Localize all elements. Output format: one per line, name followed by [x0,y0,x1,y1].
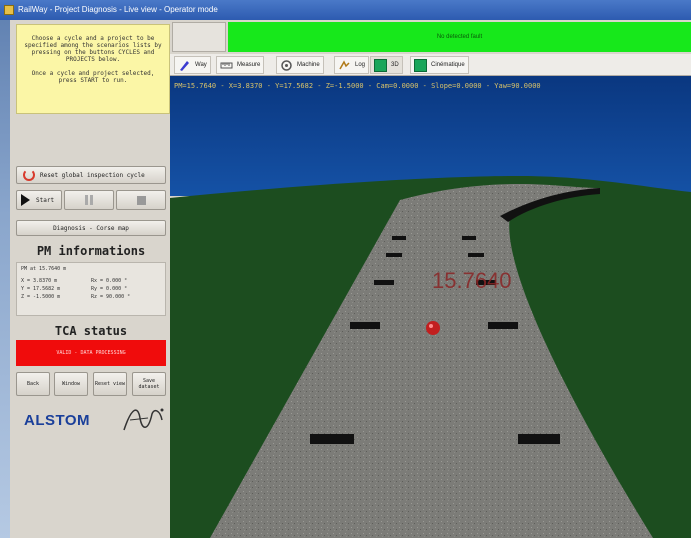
tab-measure[interactable]: Measure [216,56,265,74]
tab-machine-label: Machine [297,62,320,68]
fault-status-text: No detected fault [436,34,483,40]
sleeper [386,253,402,257]
left-panel: Choose a cycle and a project to be speci… [10,20,170,538]
tab-cinematique[interactable]: Cinématique [410,56,469,74]
back-label: Back [26,381,40,387]
reset-view-label: Reset view [94,381,126,387]
save-dataset-button[interactable]: Save dataset [132,372,166,396]
status-left-cell [172,22,226,52]
pm-value: Ry = 0.000 ° [91,286,128,292]
play-icon [21,194,30,206]
sleeper [488,322,518,329]
tab-log[interactable]: Log [334,56,370,74]
marker-highlight [429,324,433,328]
pm-value: X = 3.8370 m [21,278,58,284]
refresh-icon [23,169,35,181]
alstom-logo: ALSTOM [24,412,90,429]
tca-status-text: VALID - DATA PROCESSING [56,350,126,356]
stop-icon [136,195,146,205]
tca-section-title: TCA status [54,324,128,338]
pm-value: Y = 17.5682 m [21,286,61,292]
pm-info-box: PM at 15.7640 m X = 3.8370 m Rx = 0.000 … [16,262,166,316]
pause-button[interactable] [64,190,114,210]
sleeper [310,434,354,444]
machine-icon [281,59,292,71]
sleeper [374,280,394,285]
note-line-2: Once a cycle and project selected, press… [31,70,155,84]
reset-cycle-button[interactable]: Reset global inspection cycle [16,166,166,184]
ruler-icon [220,62,233,68]
window-button[interactable]: Window [54,372,88,396]
tab-3d[interactable]: 3D [370,56,403,74]
position-marker [426,321,440,335]
pm-head: PM at 15.7640 m [21,266,67,272]
log-icon [339,59,350,69]
pause-icon [85,195,93,205]
sleeper [468,253,484,257]
sky [170,76,691,196]
tab-3d-label: 3D [391,62,399,68]
sleeper [462,236,476,240]
stop-button[interactable] [116,190,166,210]
tab-way[interactable]: Way [174,56,211,74]
tab-log-label: Log [355,62,366,68]
tab-machine[interactable]: Machine [276,56,324,74]
tab-cinematique-label: Cinématique [431,62,465,68]
instruction-note: Choose a cycle and a project to be speci… [16,24,170,114]
sleeper [392,236,406,240]
tca-status-bar: VALID - DATA PROCESSING [16,340,166,366]
distance-label: 15.7640 [432,268,512,293]
status-area: No detected fault [170,20,691,54]
sleeper [350,322,380,329]
window-titlebar: RailWay - Project Diagnosis - Live view … [0,0,691,20]
telemetry-readout: PM=15.7640 - X=3.8370 - Y=17.5682 - Z=-1… [174,82,541,90]
window-title: RailWay - Project Diagnosis - Live view … [18,5,218,14]
app-window: Choose a cycle and a project to be speci… [10,20,691,538]
signature-logo [123,408,164,431]
reset-cycle-label: Reset global inspection cycle [40,171,145,179]
cube-icon [374,58,387,72]
start-button[interactable]: Start [16,190,62,210]
pm-value: Rx = 0.000 ° [91,278,128,284]
diagnosis-label: Diagnosis - Corse map [53,224,129,232]
pen-icon [180,60,189,71]
reset-view-button[interactable]: Reset view [93,372,127,396]
window-label: Window [61,381,81,387]
pm-value: Z = -1.5000 m [21,294,61,300]
diagnosis-button[interactable]: Diagnosis - Corse map [16,220,166,236]
sleeper [518,434,560,444]
tab-measure-label: Measure [237,62,261,68]
start-label: Start [36,196,55,204]
save-dataset-label: Save dataset [138,378,160,390]
track-scene [170,76,691,538]
fault-status-bar: No detected fault [228,22,691,52]
app-icon [4,5,14,15]
tab-way-label: Way [195,62,207,68]
view-tabs: Way Measure Machine Log 3D Cinématique [170,54,691,76]
pm-value: Rz = 90.000 ° [91,294,131,300]
3d-viewport[interactable]: PM=15.7640 - X=3.8370 - Y=17.5682 - Z=-1… [170,76,691,538]
pm-section-title: PM informations [36,244,146,258]
chart-icon [414,58,427,72]
back-button[interactable]: Back [16,372,50,396]
note-line-1: Choose a cycle and a project to be speci… [24,35,162,63]
alstom-logo-text: ALSTOM [24,412,91,429]
